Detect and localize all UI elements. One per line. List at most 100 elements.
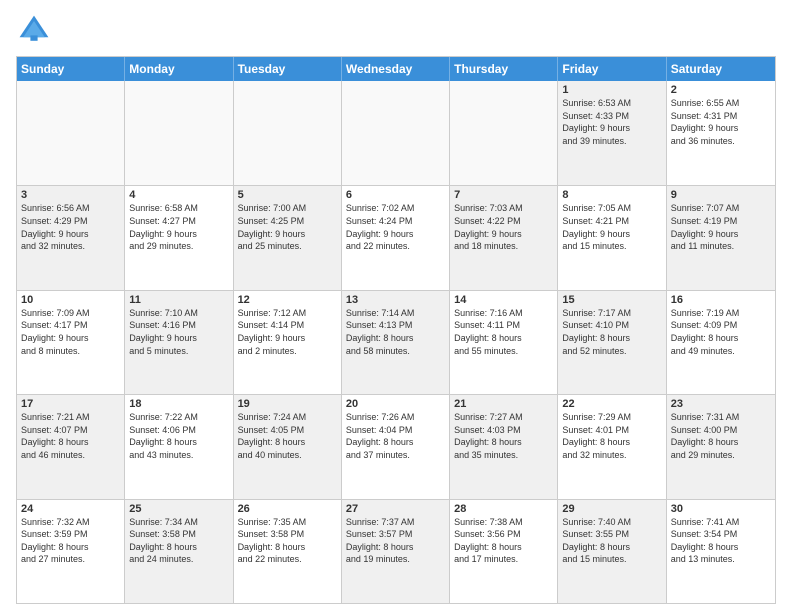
day-cell-26: 26Sunrise: 7:35 AM Sunset: 3:58 PM Dayli… xyxy=(234,500,342,603)
day-number: 29 xyxy=(562,503,661,515)
day-number: 19 xyxy=(238,398,337,410)
weekday-header-saturday: Saturday xyxy=(667,57,775,81)
day-info: Sunrise: 6:56 AM Sunset: 4:29 PM Dayligh… xyxy=(21,202,120,252)
day-cell-16: 16Sunrise: 7:19 AM Sunset: 4:09 PM Dayli… xyxy=(667,291,775,394)
calendar-header: SundayMondayTuesdayWednesdayThursdayFrid… xyxy=(17,57,775,81)
day-cell-25: 25Sunrise: 7:34 AM Sunset: 3:58 PM Dayli… xyxy=(125,500,233,603)
day-info: Sunrise: 7:35 AM Sunset: 3:58 PM Dayligh… xyxy=(238,516,337,566)
day-info: Sunrise: 7:34 AM Sunset: 3:58 PM Dayligh… xyxy=(129,516,228,566)
day-number: 18 xyxy=(129,398,228,410)
day-info: Sunrise: 7:22 AM Sunset: 4:06 PM Dayligh… xyxy=(129,411,228,461)
day-info: Sunrise: 7:03 AM Sunset: 4:22 PM Dayligh… xyxy=(454,202,553,252)
day-info: Sunrise: 7:00 AM Sunset: 4:25 PM Dayligh… xyxy=(238,202,337,252)
logo-icon xyxy=(16,12,52,48)
week-row-3: 10Sunrise: 7:09 AM Sunset: 4:17 PM Dayli… xyxy=(17,290,775,394)
day-cell-27: 27Sunrise: 7:37 AM Sunset: 3:57 PM Dayli… xyxy=(342,500,450,603)
week-row-1: 1Sunrise: 6:53 AM Sunset: 4:33 PM Daylig… xyxy=(17,81,775,185)
day-info: Sunrise: 7:40 AM Sunset: 3:55 PM Dayligh… xyxy=(562,516,661,566)
day-number: 12 xyxy=(238,294,337,306)
day-cell-6: 6Sunrise: 7:02 AM Sunset: 4:24 PM Daylig… xyxy=(342,186,450,289)
day-cell-9: 9Sunrise: 7:07 AM Sunset: 4:19 PM Daylig… xyxy=(667,186,775,289)
day-cell-14: 14Sunrise: 7:16 AM Sunset: 4:11 PM Dayli… xyxy=(450,291,558,394)
week-row-4: 17Sunrise: 7:21 AM Sunset: 4:07 PM Dayli… xyxy=(17,394,775,498)
empty-cell xyxy=(342,81,450,185)
day-cell-5: 5Sunrise: 7:00 AM Sunset: 4:25 PM Daylig… xyxy=(234,186,342,289)
day-number: 15 xyxy=(562,294,661,306)
day-number: 7 xyxy=(454,189,553,201)
day-number: 17 xyxy=(21,398,120,410)
empty-cell xyxy=(17,81,125,185)
day-info: Sunrise: 6:58 AM Sunset: 4:27 PM Dayligh… xyxy=(129,202,228,252)
day-cell-29: 29Sunrise: 7:40 AM Sunset: 3:55 PM Dayli… xyxy=(558,500,666,603)
day-cell-28: 28Sunrise: 7:38 AM Sunset: 3:56 PM Dayli… xyxy=(450,500,558,603)
day-number: 10 xyxy=(21,294,120,306)
day-cell-1: 1Sunrise: 6:53 AM Sunset: 4:33 PM Daylig… xyxy=(558,81,666,185)
day-info: Sunrise: 7:19 AM Sunset: 4:09 PM Dayligh… xyxy=(671,307,771,357)
day-number: 9 xyxy=(671,189,771,201)
day-cell-20: 20Sunrise: 7:26 AM Sunset: 4:04 PM Dayli… xyxy=(342,395,450,498)
day-info: Sunrise: 7:26 AM Sunset: 4:04 PM Dayligh… xyxy=(346,411,445,461)
day-cell-7: 7Sunrise: 7:03 AM Sunset: 4:22 PM Daylig… xyxy=(450,186,558,289)
day-info: Sunrise: 7:10 AM Sunset: 4:16 PM Dayligh… xyxy=(129,307,228,357)
day-cell-23: 23Sunrise: 7:31 AM Sunset: 4:00 PM Dayli… xyxy=(667,395,775,498)
week-row-5: 24Sunrise: 7:32 AM Sunset: 3:59 PM Dayli… xyxy=(17,499,775,603)
empty-cell xyxy=(125,81,233,185)
day-number: 20 xyxy=(346,398,445,410)
weekday-header-tuesday: Tuesday xyxy=(234,57,342,81)
day-cell-12: 12Sunrise: 7:12 AM Sunset: 4:14 PM Dayli… xyxy=(234,291,342,394)
day-number: 16 xyxy=(671,294,771,306)
day-cell-8: 8Sunrise: 7:05 AM Sunset: 4:21 PM Daylig… xyxy=(558,186,666,289)
day-cell-15: 15Sunrise: 7:17 AM Sunset: 4:10 PM Dayli… xyxy=(558,291,666,394)
day-number: 26 xyxy=(238,503,337,515)
day-number: 14 xyxy=(454,294,553,306)
day-number: 2 xyxy=(671,84,771,96)
day-info: Sunrise: 7:05 AM Sunset: 4:21 PM Dayligh… xyxy=(562,202,661,252)
weekday-header-friday: Friday xyxy=(558,57,666,81)
weekday-header-wednesday: Wednesday xyxy=(342,57,450,81)
day-info: Sunrise: 6:53 AM Sunset: 4:33 PM Dayligh… xyxy=(562,97,661,147)
day-cell-18: 18Sunrise: 7:22 AM Sunset: 4:06 PM Dayli… xyxy=(125,395,233,498)
day-cell-2: 2Sunrise: 6:55 AM Sunset: 4:31 PM Daylig… xyxy=(667,81,775,185)
day-number: 5 xyxy=(238,189,337,201)
calendar-body: 1Sunrise: 6:53 AM Sunset: 4:33 PM Daylig… xyxy=(17,81,775,603)
day-number: 13 xyxy=(346,294,445,306)
day-cell-19: 19Sunrise: 7:24 AM Sunset: 4:05 PM Dayli… xyxy=(234,395,342,498)
day-info: Sunrise: 7:37 AM Sunset: 3:57 PM Dayligh… xyxy=(346,516,445,566)
day-number: 25 xyxy=(129,503,228,515)
day-number: 24 xyxy=(21,503,120,515)
header xyxy=(16,12,776,48)
weekday-header-thursday: Thursday xyxy=(450,57,558,81)
day-number: 23 xyxy=(671,398,771,410)
day-cell-4: 4Sunrise: 6:58 AM Sunset: 4:27 PM Daylig… xyxy=(125,186,233,289)
day-info: Sunrise: 6:55 AM Sunset: 4:31 PM Dayligh… xyxy=(671,97,771,147)
day-cell-24: 24Sunrise: 7:32 AM Sunset: 3:59 PM Dayli… xyxy=(17,500,125,603)
weekday-header-sunday: Sunday xyxy=(17,57,125,81)
day-info: Sunrise: 7:14 AM Sunset: 4:13 PM Dayligh… xyxy=(346,307,445,357)
calendar: SundayMondayTuesdayWednesdayThursdayFrid… xyxy=(16,56,776,604)
day-info: Sunrise: 7:31 AM Sunset: 4:00 PM Dayligh… xyxy=(671,411,771,461)
day-number: 4 xyxy=(129,189,228,201)
day-number: 21 xyxy=(454,398,553,410)
day-number: 28 xyxy=(454,503,553,515)
day-info: Sunrise: 7:16 AM Sunset: 4:11 PM Dayligh… xyxy=(454,307,553,357)
page: SundayMondayTuesdayWednesdayThursdayFrid… xyxy=(0,0,792,612)
day-number: 3 xyxy=(21,189,120,201)
day-info: Sunrise: 7:32 AM Sunset: 3:59 PM Dayligh… xyxy=(21,516,120,566)
day-info: Sunrise: 7:12 AM Sunset: 4:14 PM Dayligh… xyxy=(238,307,337,357)
day-info: Sunrise: 7:17 AM Sunset: 4:10 PM Dayligh… xyxy=(562,307,661,357)
day-info: Sunrise: 7:09 AM Sunset: 4:17 PM Dayligh… xyxy=(21,307,120,357)
empty-cell xyxy=(234,81,342,185)
day-cell-30: 30Sunrise: 7:41 AM Sunset: 3:54 PM Dayli… xyxy=(667,500,775,603)
day-info: Sunrise: 7:24 AM Sunset: 4:05 PM Dayligh… xyxy=(238,411,337,461)
day-info: Sunrise: 7:41 AM Sunset: 3:54 PM Dayligh… xyxy=(671,516,771,566)
day-cell-3: 3Sunrise: 6:56 AM Sunset: 4:29 PM Daylig… xyxy=(17,186,125,289)
week-row-2: 3Sunrise: 6:56 AM Sunset: 4:29 PM Daylig… xyxy=(17,185,775,289)
day-info: Sunrise: 7:29 AM Sunset: 4:01 PM Dayligh… xyxy=(562,411,661,461)
day-number: 1 xyxy=(562,84,661,96)
day-cell-10: 10Sunrise: 7:09 AM Sunset: 4:17 PM Dayli… xyxy=(17,291,125,394)
logo xyxy=(16,12,56,48)
day-number: 30 xyxy=(671,503,771,515)
day-number: 8 xyxy=(562,189,661,201)
day-number: 6 xyxy=(346,189,445,201)
day-number: 22 xyxy=(562,398,661,410)
